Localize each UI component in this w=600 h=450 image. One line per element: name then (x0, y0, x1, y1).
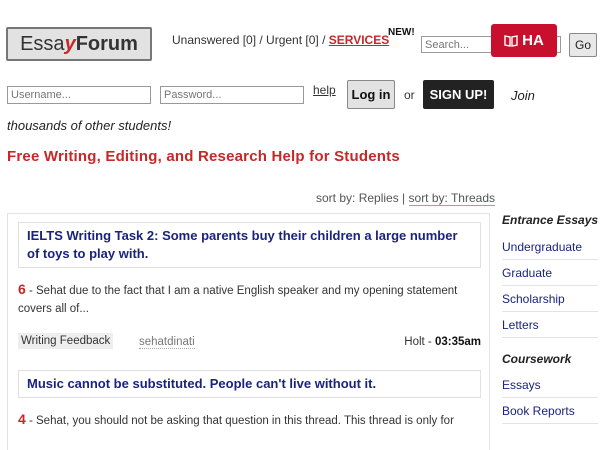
new-badge: NEW! (388, 27, 415, 38)
or-text: or (404, 88, 415, 102)
sidebar-item-graduate[interactable]: Graduate (502, 266, 598, 286)
ha-logo-overlay: HA (491, 24, 557, 57)
category-tag[interactable]: Writing Feedback (18, 333, 114, 349)
help-link[interactable]: help (313, 83, 336, 97)
top-nav: Unanswered [0] / Urgent [0] / SERVICES N… (172, 27, 415, 47)
services-link[interactable]: SERVICES (329, 33, 389, 47)
password-field[interactable] (160, 86, 304, 104)
thread-title[interactable]: Music cannot be substituted. People can'… (18, 370, 481, 398)
page-headline: Free Writing, Editing, and Research Help… (7, 148, 400, 165)
thread-preview[interactable]: 6 - Sehat due to the fact that I am a na… (18, 280, 483, 318)
thread-list: IELTS Writing Task 2: Some parents buy t… (7, 213, 490, 450)
reply-count: 6 (18, 281, 26, 297)
sidebar-heading-coursework: Coursework (502, 352, 572, 366)
sidebar-item-essays[interactable]: Essays (502, 378, 598, 398)
sort-bar: sort by: Replies | sort by: Threads (316, 191, 495, 206)
username-field[interactable] (7, 86, 151, 104)
sidebar-item-book-reports[interactable]: Book Reports (502, 404, 598, 424)
login-button[interactable]: Log in (347, 80, 395, 109)
join-text-continued: thousands of other students! (7, 118, 172, 133)
go-button[interactable]: Go (569, 33, 597, 57)
signup-button[interactable]: SIGN UP! (423, 80, 494, 109)
reply-count: 4 (18, 411, 26, 427)
thread-preview[interactable]: 4 - Sehat, you should not be asking that… (18, 410, 483, 430)
book-icon (504, 34, 518, 47)
last-post-info: Holt - 03:35am (404, 336, 481, 348)
site-logo[interactable]: EssayForum (6, 27, 152, 61)
join-text: Join (511, 88, 535, 103)
sidebar-heading-entrance-essays: Entrance Essays (502, 213, 599, 227)
sidebar-item-letters[interactable]: Letters (502, 318, 598, 338)
sort-replies-link[interactable]: Replies (359, 191, 399, 205)
thread-author[interactable]: sehatdinati (139, 336, 195, 349)
unanswered-urgent-links[interactable]: Unanswered [0] / Urgent [0] / (172, 33, 329, 47)
thread-title[interactable]: IELTS Writing Task 2: Some parents buy t… (18, 222, 481, 268)
sort-threads-link[interactable]: sort by: Threads (408, 191, 495, 206)
sidebar-item-scholarship[interactable]: Scholarship (502, 292, 598, 312)
sidebar-item-undergraduate[interactable]: Undergraduate (502, 240, 598, 260)
